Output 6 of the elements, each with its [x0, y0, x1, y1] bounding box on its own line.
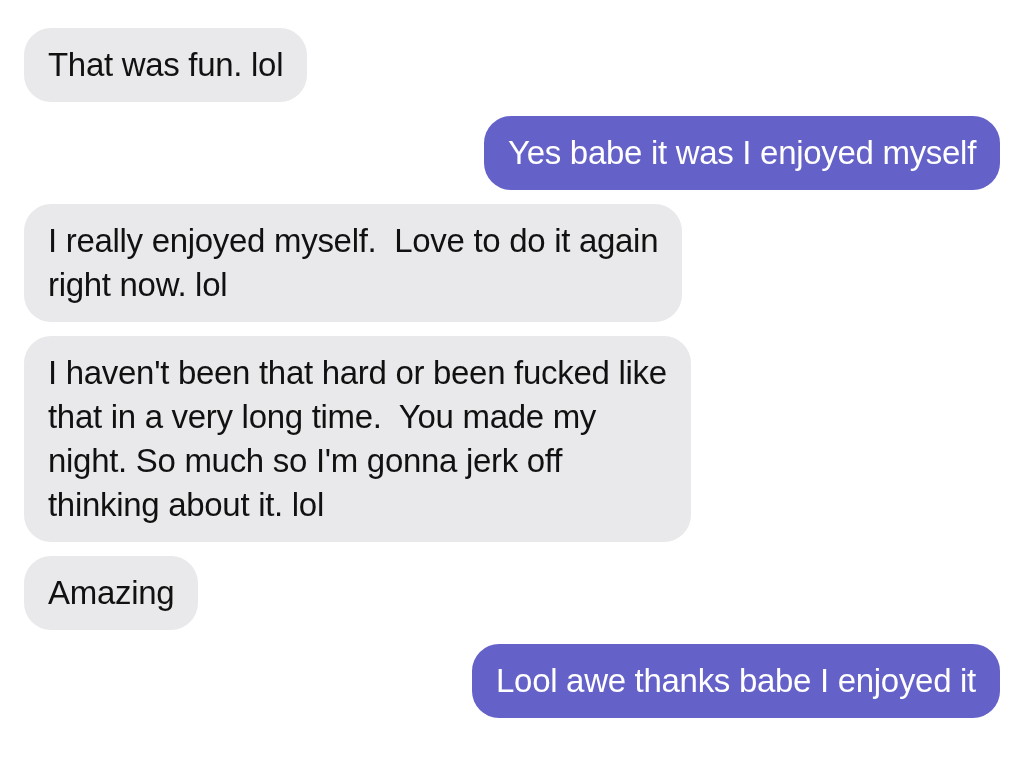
received-message: I haven't been that hard or been fucked like that in a very long time. You made my night. So much so I'm gonna jerk off thinking about it. lol — [24, 336, 691, 542]
sent-message: Yes babe it was I enjoyed myself — [484, 116, 1000, 190]
received-message: I really enjoyed myself. Love to do it again right now. lol — [24, 204, 683, 322]
received-message: That was fun. lol — [24, 28, 308, 102]
received-message: Amazing — [24, 556, 199, 630]
sent-message: Lool awe thanks babe I enjoyed it — [472, 644, 1000, 718]
